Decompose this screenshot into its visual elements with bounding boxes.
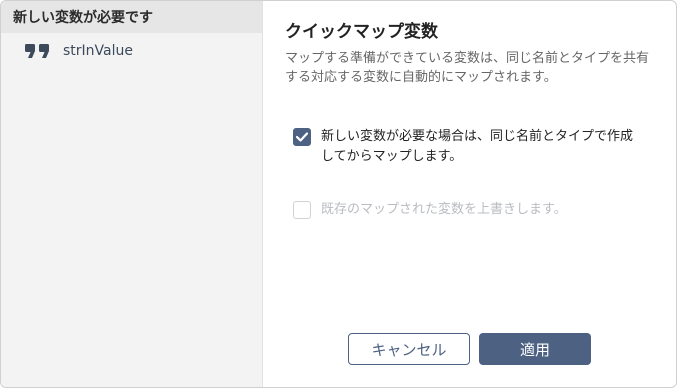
overwrite-option: 既存のマップされた変数を上書きします。 [293, 200, 643, 220]
variable-label: strInValue [63, 43, 133, 59]
checkmark-icon [296, 132, 308, 142]
list-item[interactable]: strInValue [1, 33, 262, 69]
quick-map-dialog: 新しい変数が必要です strInValue クイックマップ変数 マップする準備が… [0, 0, 677, 388]
apply-button[interactable]: 適用 [479, 333, 591, 365]
dialog-description: マップする準備ができている変数は、同じ名前とタイプを共有する対応する変数に自動的… [285, 51, 650, 85]
create-variable-option[interactable]: 新しい変数が必要な場合は、同じ名前とタイプで作成してからマップします。 [293, 127, 643, 167]
overwrite-label: 既存のマップされた変数を上書きします。 [321, 202, 567, 217]
cancel-button[interactable]: キャンセル [348, 333, 470, 365]
dialog-title: クイックマップ変数 [285, 22, 438, 42]
quote-icon [25, 44, 53, 58]
panel-header: 新しい変数が必要です [1, 1, 262, 33]
settings-panel: クイックマップ変数 マップする準備ができている変数は、同じ名前とタイプを共有する… [263, 1, 676, 387]
create-variable-checkbox[interactable] [293, 128, 311, 146]
variables-panel: 新しい変数が必要です strInValue [1, 1, 263, 387]
create-variable-label: 新しい変数が必要な場合は、同じ名前とタイプで作成してからマップします。 [321, 129, 634, 164]
overwrite-checkbox [293, 201, 311, 219]
